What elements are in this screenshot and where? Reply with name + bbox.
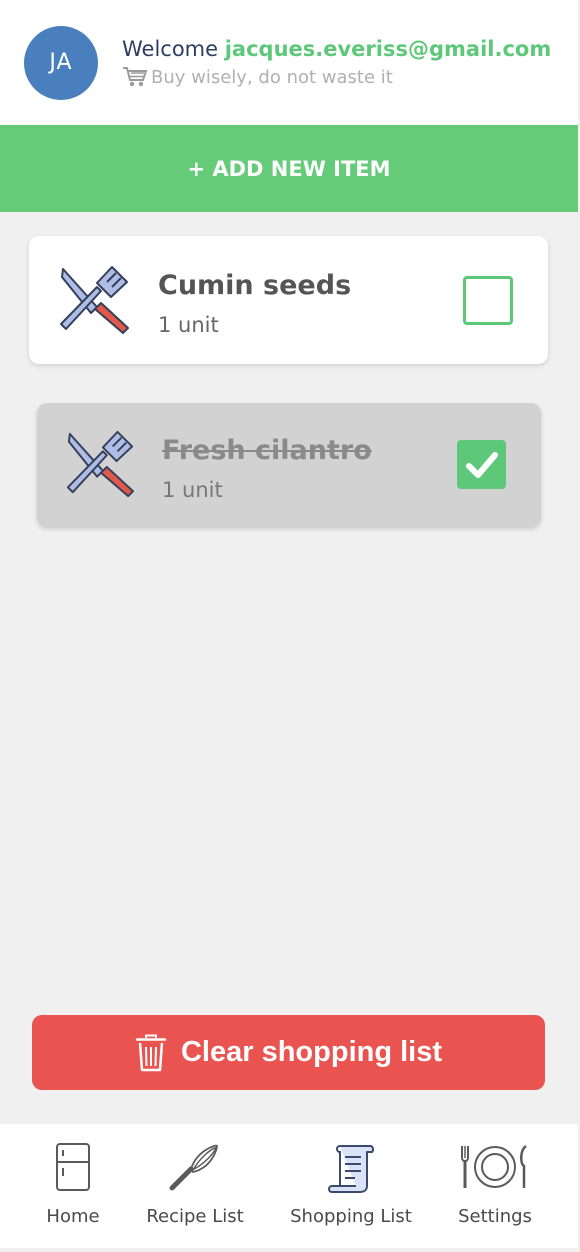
nav-item-shopping-list[interactable]: Shopping List <box>283 1124 419 1248</box>
receipt-scroll-icon <box>328 1145 375 1193</box>
item-text: Cumin seeds 1 unit <box>158 270 351 337</box>
nav-item-home[interactable]: Home <box>28 1124 118 1248</box>
list-item[interactable]: Cumin seeds 1 unit <box>29 236 548 364</box>
item-name: Cumin seeds <box>158 270 352 301</box>
shopping-cart-icon <box>123 67 148 87</box>
clear-button-label: Clear shopping list <box>180 1036 443 1068</box>
item-quantity: 1 unit <box>158 313 219 337</box>
nav-item-settings[interactable]: Settings <box>450 1124 540 1248</box>
nav-label: Shopping List <box>290 1206 412 1227</box>
whisk-icon <box>169 1144 218 1191</box>
item-quantity: 1 unit <box>162 478 223 502</box>
item-name: Fresh cilantro <box>162 435 372 466</box>
clear-shopping-list-button[interactable]: Clear shopping list <box>32 1015 545 1090</box>
avatar[interactable]: JA <box>24 25 98 100</box>
checkmark-icon <box>465 451 498 478</box>
nav-label: Recipe List <box>146 1206 244 1227</box>
item-checkbox-checked[interactable] <box>457 440 506 489</box>
item-checkbox[interactable] <box>463 276 513 325</box>
plate-cutlery-icon <box>461 1144 527 1188</box>
user-email: jacques.everiss@gmail.com <box>224 37 552 61</box>
bottom-nav: Home Recipe List Shopping List Settings <box>0 1124 578 1248</box>
fridge-icon <box>56 1143 90 1191</box>
list-item[interactable]: Fresh cilantro 1 unit <box>37 403 541 526</box>
tagline: Buy wisely, do not waste it <box>122 66 551 88</box>
fork-knife-icon <box>66 430 135 498</box>
add-new-item-button[interactable]: + ADD NEW ITEM <box>0 125 578 212</box>
tagline-text: Buy wisely, do not waste it <box>151 66 393 88</box>
nav-label: Home <box>46 1206 100 1227</box>
fork-knife-icon <box>60 266 129 334</box>
item-text: Fresh cilantro 1 unit <box>162 435 372 502</box>
nav-label: Settings <box>458 1206 532 1227</box>
welcome-prefix: Welcome <box>122 37 225 61</box>
nav-item-recipe-list[interactable]: Recipe List <box>140 1124 250 1248</box>
header: JA Welcome jacques.everiss@gmail.com Buy… <box>0 0 578 125</box>
welcome-line: Welcome jacques.everiss@gmail.com <box>122 37 551 61</box>
trash-icon <box>135 1034 167 1071</box>
welcome-block: Welcome jacques.everiss@gmail.com Buy wi… <box>122 37 551 88</box>
